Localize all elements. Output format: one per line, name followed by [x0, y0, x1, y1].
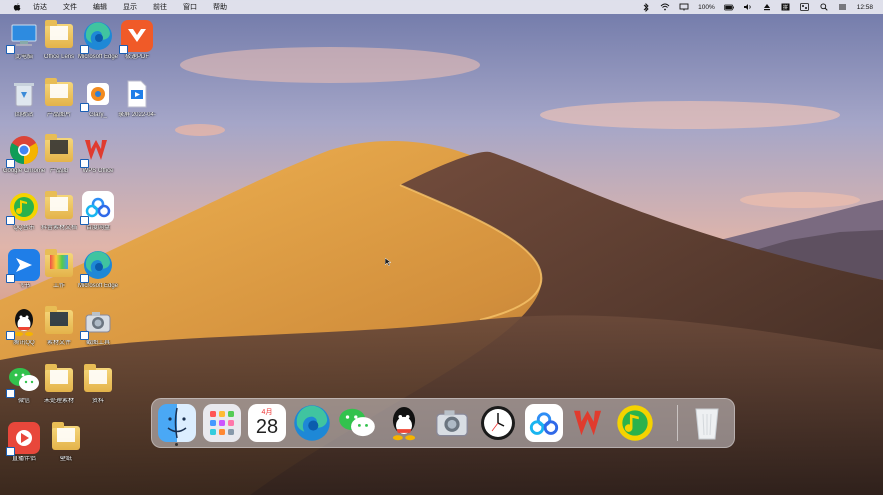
wifi-icon[interactable]	[660, 3, 670, 12]
menu-go[interactable]: 前往	[153, 2, 167, 12]
dock-wps[interactable]	[571, 404, 609, 442]
launchpad-icon	[210, 411, 234, 435]
search-icon[interactable]	[819, 3, 829, 12]
dock-edge[interactable]	[293, 404, 331, 442]
bluetooth-icon[interactable]	[641, 2, 651, 12]
menu-finder[interactable]: 访达	[33, 2, 47, 12]
menu-file[interactable]: 文件	[63, 2, 77, 12]
live-app-icon	[6, 422, 40, 456]
desktop-icon-screen-recording[interactable]: 录屏 2022-04-	[114, 78, 160, 119]
dock-clock[interactable]	[479, 404, 517, 442]
folder-icon	[50, 422, 82, 454]
desktop-icon-wallpaper[interactable]: 壁纸	[43, 422, 89, 463]
video-file-icon	[121, 78, 153, 110]
baidu-netdisk-icon	[529, 412, 559, 435]
menu-clock[interactable]: 12:58	[857, 4, 873, 11]
screenshot-tool-icon	[80, 306, 114, 340]
baidu-netdisk-icon	[80, 191, 114, 225]
display-icon[interactable]	[679, 3, 689, 12]
calendar-day: 28	[255, 416, 279, 438]
control-center-icon[interactable]	[800, 3, 810, 12]
desktop-icon-pdf-app[interactable]: 极速PDF	[114, 20, 160, 61]
desktop-icon-wps-office[interactable]: WPS Office	[75, 134, 121, 175]
dock-baidu-netdisk[interactable]	[525, 404, 563, 442]
dock-qq[interactable]	[385, 404, 423, 442]
battery-icon[interactable]	[723, 3, 734, 12]
folder-icon	[43, 134, 75, 166]
desktop-icon-baidu-netdisk[interactable]: 百度网盘	[75, 191, 121, 232]
desktop-icon-materials[interactable]: 资料	[75, 364, 121, 405]
dock-qq-music[interactable]	[616, 404, 654, 442]
folder-icon	[43, 20, 75, 52]
input-method-icon[interactable]: 拼	[781, 3, 791, 12]
finder-icon	[167, 407, 187, 439]
dock-trash[interactable]	[688, 404, 726, 442]
utility-icon	[80, 78, 114, 112]
desktop-icon-microsoft-edge-2[interactable]: Microsoft Edge	[75, 249, 121, 290]
desktop-icon-live-app[interactable]: 直播伴侣	[1, 422, 47, 463]
qq-music-icon	[617, 405, 653, 441]
dock-finder[interactable]	[158, 404, 196, 446]
folder-icon	[43, 364, 75, 396]
battery-percentage: 100%	[698, 3, 715, 11]
dock-wechat[interactable]	[338, 404, 376, 442]
wps-icon	[574, 410, 602, 436]
dock-screenshot[interactable]	[433, 404, 471, 442]
notification-center-icon[interactable]	[838, 3, 848, 12]
wechat-icon	[339, 408, 375, 437]
screenshot-tool-icon	[436, 410, 468, 437]
folder-icon	[43, 249, 75, 281]
edge-icon	[80, 249, 114, 283]
eject-icon[interactable]	[762, 3, 772, 12]
trash-icon	[695, 408, 719, 440]
folder-icon	[43, 306, 75, 338]
edge-icon	[294, 405, 330, 441]
clock-icon	[481, 406, 515, 440]
desktop-icon-screenshot-tool[interactable]: 截图工具	[75, 306, 121, 347]
svg-text:拼: 拼	[783, 4, 788, 11]
pdf-app-icon	[119, 20, 153, 54]
folder-icon	[43, 191, 75, 223]
menu-edit[interactable]: 编辑	[93, 2, 107, 12]
folder-icon	[43, 78, 75, 110]
dock: 4月 28	[151, 398, 735, 448]
wps-icon	[80, 134, 114, 168]
dock-separator	[677, 405, 678, 441]
folder-icon	[82, 364, 114, 396]
menu-window[interactable]: 窗口	[183, 2, 197, 12]
menu-bar: 访达 文件 编辑 显示 前往 窗口 帮助 100% 拼 12:58	[0, 0, 883, 14]
dock-launchpad[interactable]	[203, 404, 241, 442]
dock-calendar[interactable]: 4月 28	[248, 404, 286, 442]
mouse-cursor-icon	[385, 258, 391, 266]
desktop[interactable]: 访达 文件 编辑 显示 前往 窗口 帮助 100% 拼 12:58 此电脑 回收…	[0, 0, 883, 495]
volume-icon[interactable]	[743, 3, 753, 12]
menu-help[interactable]: 帮助	[213, 2, 227, 12]
menu-view[interactable]: 显示	[123, 2, 137, 12]
apple-menu-icon[interactable]	[12, 3, 21, 12]
edge-icon	[80, 20, 114, 54]
qq-icon	[392, 407, 416, 441]
